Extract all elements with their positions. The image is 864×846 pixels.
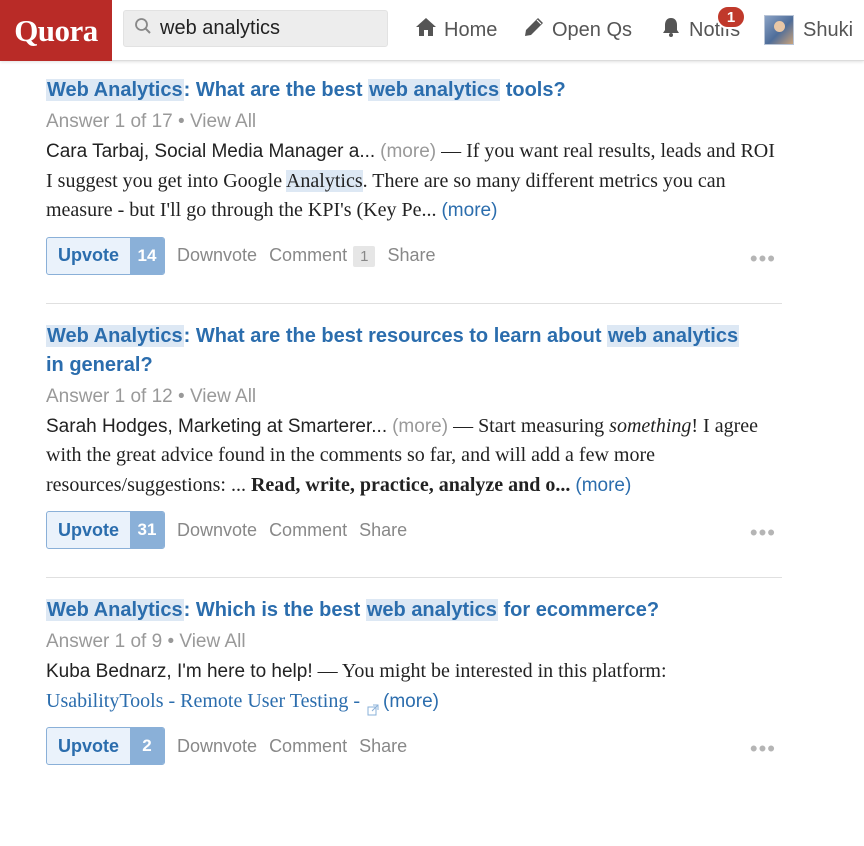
- downvote-button[interactable]: Downvote: [177, 245, 257, 266]
- share-button[interactable]: Share: [359, 520, 407, 541]
- answer-snippet: Kuba Bednarz, I'm here to help! — You mi…: [46, 657, 782, 716]
- dash: —: [436, 140, 467, 162]
- question-text: What are the best resources to learn abo…: [195, 324, 608, 347]
- comment-count: 1: [353, 245, 376, 267]
- answer-count: Answer 1 of 12: [46, 385, 173, 407]
- question-title[interactable]: Web Analytics: What are the best resourc…: [46, 322, 782, 380]
- question-highlight: web analytics: [368, 79, 501, 101]
- question-text-end: in general?: [46, 353, 153, 376]
- more-options-icon[interactable]: •••: [750, 520, 776, 546]
- answer-emphasis: something: [609, 414, 692, 437]
- author-credit[interactable]: Kuba Bednarz, I'm here to help!: [46, 661, 313, 682]
- answer-meta: Answer 1 of 9 • View All: [46, 627, 782, 656]
- search-results: Web Analytics: What are the best web ana…: [46, 76, 782, 765]
- upvote-label: Upvote: [58, 735, 120, 756]
- question-title[interactable]: Web Analytics: Which is the best web ana…: [46, 596, 782, 625]
- action-bar: Upvote 14 Downvote Comment 1 Share •••: [46, 236, 782, 275]
- question-highlight: web analytics: [365, 599, 498, 621]
- question-title[interactable]: Web Analytics: What are the best web ana…: [46, 76, 782, 105]
- upvote-count: 14: [130, 237, 165, 274]
- action-bar: Upvote 2 Downvote Comment Share •••: [46, 727, 782, 765]
- more-options-icon[interactable]: •••: [750, 246, 776, 272]
- answer-meta: Answer 1 of 17 • View All: [46, 107, 782, 136]
- answer-snippet: Sarah Hodges, Marketing at Smarterer... …: [46, 412, 782, 501]
- divider: [46, 577, 782, 578]
- author-more-link[interactable]: (more): [380, 141, 436, 162]
- more-link[interactable]: (more): [441, 200, 497, 221]
- upvote-label: Upvote: [58, 519, 120, 540]
- share-button[interactable]: Share: [387, 245, 435, 266]
- comment-button[interactable]: Comment: [269, 736, 347, 757]
- dash: —: [312, 660, 342, 682]
- upvote-button[interactable]: Upvote 31: [46, 511, 166, 549]
- question-text: What are the best: [195, 79, 369, 101]
- upvote-count: 31: [130, 512, 165, 548]
- answer-text: Start measuring: [478, 414, 610, 437]
- upvote-count: 2: [130, 728, 165, 764]
- question-highlight: web analytics: [607, 324, 740, 347]
- topic-label[interactable]: Web Analytics: [46, 599, 184, 621]
- home-icon: [415, 16, 444, 44]
- question-text-end: tools?: [500, 79, 566, 101]
- answer-meta: Answer 1 of 12 • View All: [46, 382, 782, 411]
- result-item: Web Analytics: What are the best resourc…: [46, 322, 782, 549]
- external-link[interactable]: UsabilityTools - Remote User Testing -: [46, 690, 365, 712]
- topic-label[interactable]: Web Analytics: [46, 324, 184, 347]
- answer-bold: Read, write, practice, analyze and o...: [250, 473, 571, 496]
- downvote-button[interactable]: Downvote: [177, 736, 257, 757]
- action-bar: Upvote 31 Downvote Comment Share •••: [46, 511, 782, 549]
- top-bar: Quora Home Open Qs Notifs 1 Shuki: [0, 0, 864, 61]
- search-icon: [134, 17, 152, 40]
- answer-count: Answer 1 of 9: [46, 631, 163, 652]
- nav-open-questions[interactable]: Open Qs: [523, 14, 632, 46]
- notification-badge: 1: [716, 5, 746, 29]
- more-options-icon[interactable]: •••: [750, 736, 776, 762]
- question-text-end: for ecommerce?: [497, 599, 660, 621]
- nav-home[interactable]: Home: [415, 14, 497, 46]
- divider: [46, 302, 782, 304]
- user-name: Shuki: [803, 18, 854, 41]
- avatar: [764, 15, 794, 45]
- nav-home-label: Home: [444, 18, 498, 41]
- pencil-icon: [523, 16, 552, 44]
- bell-icon: [660, 16, 689, 44]
- upvote-button[interactable]: Upvote 2: [46, 727, 166, 765]
- view-all-link[interactable]: • View All: [178, 111, 256, 132]
- nav-user[interactable]: Shuki: [764, 14, 853, 46]
- comment-label: Comment: [269, 244, 348, 265]
- author-more-link[interactable]: (more): [392, 416, 448, 437]
- result-item: Web Analytics: Which is the best web ana…: [46, 596, 782, 765]
- question-text: Which is the best: [195, 599, 366, 621]
- comment-button[interactable]: Comment: [269, 520, 347, 541]
- downvote-button[interactable]: Downvote: [177, 520, 257, 541]
- logo-text: Quora: [14, 12, 98, 48]
- view-all-link[interactable]: • View All: [178, 386, 256, 407]
- search-input[interactable]: [160, 17, 380, 40]
- answer-snippet: Cara Tarbaj, Social Media Manager a... (…: [46, 137, 782, 226]
- dash: —: [448, 414, 479, 437]
- topic-label[interactable]: Web Analytics: [46, 79, 184, 101]
- comment-button[interactable]: Comment 1: [269, 244, 376, 267]
- author-credit[interactable]: Cara Tarbaj, Social Media Manager a...: [46, 141, 375, 162]
- nav-open-label: Open Qs: [552, 18, 633, 41]
- answer-highlight: Analytics: [285, 169, 363, 192]
- answer-text: You might be interested in this platform…: [341, 660, 667, 682]
- quora-logo[interactable]: Quora: [0, 0, 112, 61]
- upvote-label: Upvote: [58, 245, 120, 265]
- view-all-link[interactable]: • View All: [167, 631, 245, 652]
- more-link[interactable]: (more): [383, 691, 439, 712]
- upvote-button[interactable]: Upvote 14: [46, 236, 166, 275]
- share-button[interactable]: Share: [359, 736, 407, 757]
- external-link-icon: [367, 696, 379, 716]
- author-credit[interactable]: Sarah Hodges, Marketing at Smarterer...: [46, 416, 387, 437]
- search-box[interactable]: [123, 10, 388, 47]
- more-link[interactable]: (more): [575, 475, 631, 496]
- answer-count: Answer 1 of 17: [46, 111, 173, 132]
- result-item: Web Analytics: What are the best web ana…: [46, 76, 782, 275]
